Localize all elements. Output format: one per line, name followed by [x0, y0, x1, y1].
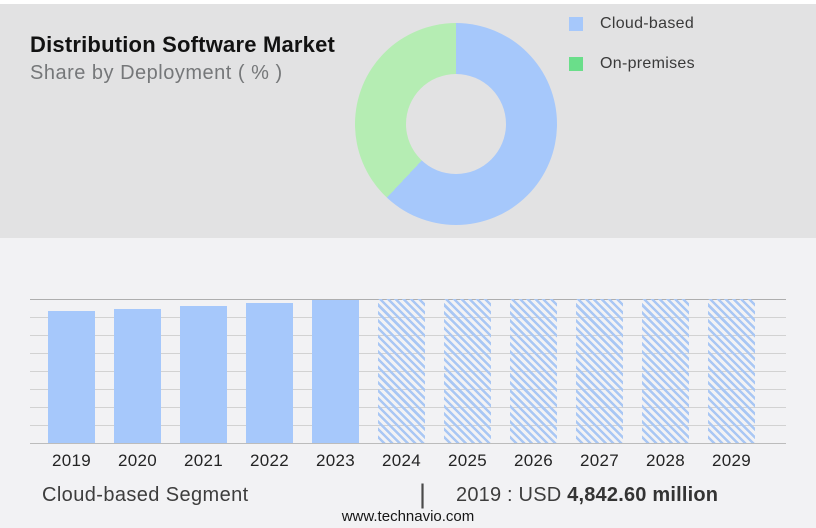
x-tick-label: 2020	[117, 451, 158, 470]
donut-chart	[355, 23, 557, 225]
bar-2022	[246, 303, 293, 443]
bar-2028	[642, 299, 689, 443]
legend: Cloud-based On-premises	[569, 14, 695, 94]
x-tick-label: 2026	[513, 451, 554, 470]
footer-divider: |	[419, 479, 427, 509]
stat-text: 2019 : USD 4,842.60 million	[456, 484, 718, 507]
stat-value: 4,842.60 million	[567, 484, 719, 506]
page-subtitle: Share by Deployment ( % )	[30, 62, 283, 84]
x-tick-label: 2019	[51, 451, 92, 470]
bar-plot: 2019 2020 2021 2022 2023 2024 2025 2026 2027 2028…	[30, 299, 786, 470]
x-tick-label: 2029	[711, 451, 752, 470]
bar-2019	[48, 311, 95, 443]
chart-panel: 2019 2020 2021 2022 2023 2024 2025 2026 2027 2028…	[0, 238, 816, 528]
x-tick-label: 2027	[579, 451, 620, 470]
page-title: Distribution Software Market	[30, 32, 336, 57]
website-url: www.technavio.com	[341, 508, 475, 525]
x-tick-label: 2021	[183, 451, 224, 470]
header-panel: Distribution Software Market Share by De…	[0, 4, 816, 238]
legend-item: Cloud-based	[569, 14, 695, 34]
bar-2026	[510, 299, 557, 443]
x-tick-label: 2024	[381, 451, 422, 470]
legend-label: Cloud-based	[600, 15, 695, 32]
legend-swatch-icon	[569, 57, 583, 71]
stat-prefix: 2019 : USD	[456, 484, 568, 506]
bar-2025	[444, 299, 491, 443]
bar-2027	[576, 299, 623, 443]
x-tick-label: 2028	[645, 451, 686, 470]
bar-2021	[180, 306, 227, 443]
bar-2024	[378, 299, 425, 443]
legend-item: On-premises	[569, 54, 695, 74]
legend-label: On-premises	[600, 55, 695, 72]
bar-2029	[708, 299, 755, 443]
bar-2023	[312, 300, 359, 443]
bar-2020	[114, 309, 161, 443]
x-tick-label: 2025	[447, 451, 488, 470]
donut-hole	[406, 74, 506, 174]
x-tick-label: 2023	[315, 451, 356, 470]
segment-label: Cloud-based Segment	[42, 484, 249, 506]
x-axis-line	[30, 443, 786, 444]
x-tick-label: 2022	[249, 451, 290, 470]
legend-swatch-icon	[569, 17, 583, 31]
